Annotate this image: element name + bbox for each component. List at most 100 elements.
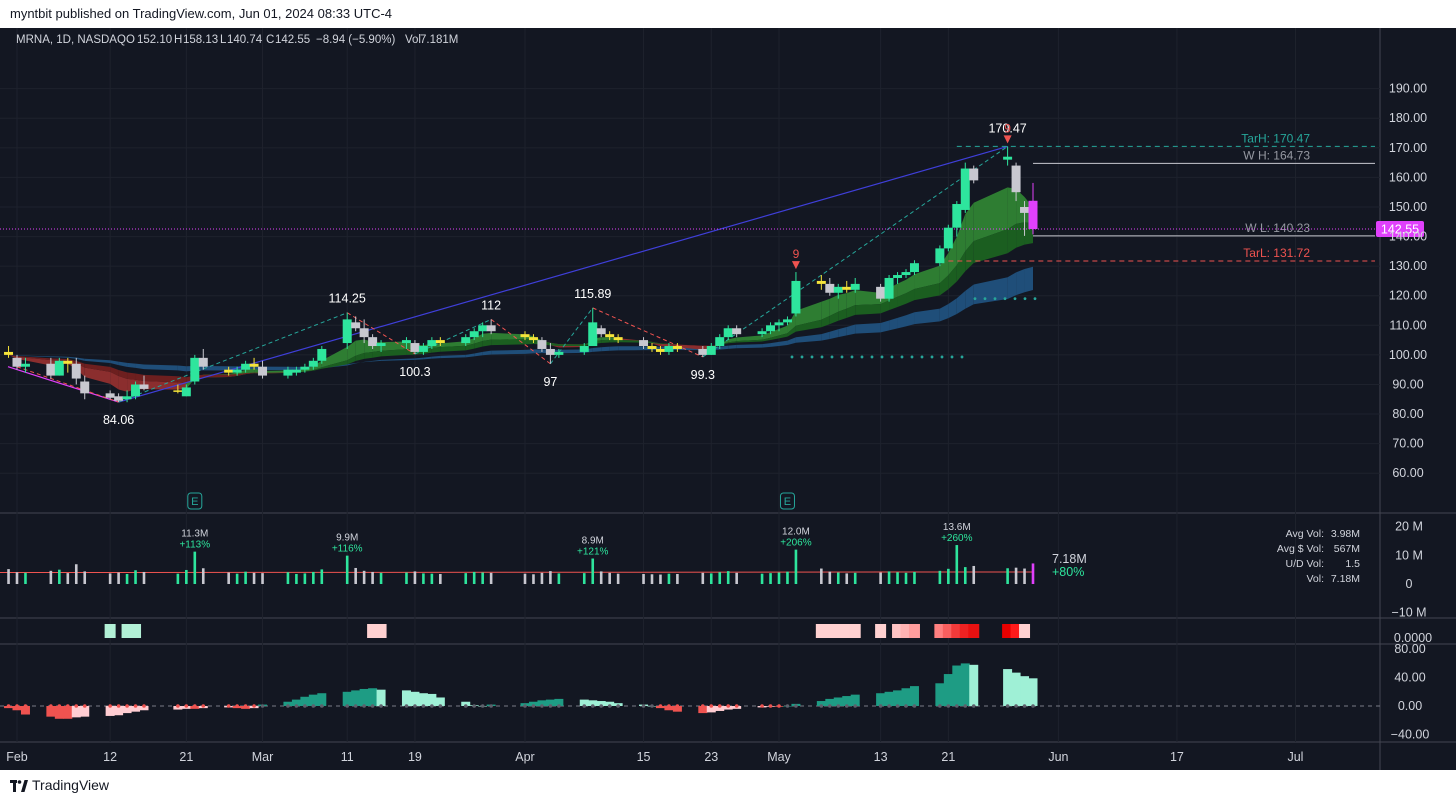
volume-bar (7, 569, 10, 584)
volume-tick-label: −10 M (1391, 606, 1426, 620)
candle-body (842, 286, 852, 290)
oscillator-dot (480, 704, 485, 708)
support-dot (960, 355, 964, 359)
volume-bar (252, 572, 256, 584)
volume-bar (261, 573, 264, 584)
price-tick-label: 110.00 (1389, 318, 1426, 332)
volume-bar (769, 573, 772, 584)
oscillator-dot (540, 704, 544, 708)
volume-bar (227, 572, 230, 584)
signal-box (908, 624, 920, 638)
price-tick-label: 80.00 (1392, 407, 1423, 421)
candle-body (528, 337, 538, 341)
volume-bar (142, 571, 146, 584)
oscillator-bar (969, 664, 979, 706)
volume-last-pct: +80% (1052, 565, 1084, 579)
volume-stat-value: 7.18M (1331, 573, 1360, 585)
signal-label: 9 (793, 247, 800, 261)
volume-bar (125, 573, 129, 584)
support-dot (930, 355, 934, 359)
oscillator-dot (142, 704, 146, 708)
earnings-marker-label: E (784, 496, 791, 508)
candle-body (706, 346, 716, 355)
time-tick-label: 13 (874, 750, 888, 764)
oscillator-dot (463, 704, 468, 708)
support-dot (870, 355, 874, 359)
volume-bar (1006, 568, 1009, 584)
support-dot (850, 355, 854, 359)
oscillator-dot (472, 704, 477, 708)
volume-bar (422, 573, 425, 584)
volume-bar (709, 573, 713, 584)
candle-body (427, 340, 437, 347)
oscillator-dot (430, 704, 434, 708)
oscillator-dot (294, 704, 299, 708)
volume-bar (591, 558, 595, 584)
oscillator-dot (303, 704, 307, 708)
oscillator-dot (125, 704, 129, 708)
oscillator-bar (960, 663, 970, 706)
signal-box (875, 624, 887, 638)
price-tick-label: 190.00 (1389, 82, 1427, 96)
oscillator-bar (351, 690, 361, 706)
price-tick-label: 170.00 (1389, 141, 1427, 155)
volume-stat-value: 1.5 (1345, 558, 1360, 570)
candle-body (537, 340, 547, 349)
oscillator-dot (184, 704, 189, 708)
support-dot (920, 355, 924, 359)
time-tick-label: 19 (408, 750, 422, 764)
candle-body (969, 168, 979, 181)
candle-body (876, 286, 886, 299)
oscillator-dot (108, 704, 112, 708)
mid-ema-cloud (558, 344, 585, 347)
oscillator-dot (379, 704, 383, 708)
candle-body (545, 348, 555, 355)
candle-body (12, 357, 22, 367)
slow-ema-cloud (1016, 268, 1025, 296)
oscillator-dot (717, 704, 722, 708)
volume-bar (616, 573, 620, 584)
oscillator-dot (116, 704, 121, 708)
oscillator-tick-label: 80.00 (1394, 642, 1425, 656)
oscillator-bar (1011, 672, 1021, 706)
slow-ema-cloud (491, 349, 526, 355)
oscillator-dot (260, 704, 265, 708)
oscillator-dot (1022, 704, 1027, 708)
candle-body (791, 280, 801, 314)
legend-close-value: 142.55 (275, 34, 310, 46)
volume-annotation-pct: +260% (941, 533, 973, 544)
candle-body (825, 283, 835, 293)
price-tick-label: 140.00 (1389, 230, 1427, 244)
volume-bar (735, 572, 738, 584)
chart-canvas[interactable]: TarH: 170.47 W H: 164.73 W L: 140.23 TarL: … (0, 28, 1456, 770)
oscillator-dot (912, 704, 917, 708)
time-tick-label: Jun (1048, 750, 1068, 764)
volume-bar (83, 571, 87, 584)
oscillator-dot (413, 704, 417, 708)
volume-bar (49, 570, 53, 584)
volume-bar (667, 573, 671, 584)
candle-body (351, 322, 361, 329)
volume-bar (320, 569, 324, 584)
oscillator-bar (401, 690, 411, 706)
legend-low-value: 140.74 (227, 34, 263, 46)
candle-body (4, 351, 14, 355)
candle-body (54, 360, 64, 376)
pivot-label: 100.3 (399, 365, 430, 379)
oscillator-dot (226, 704, 231, 708)
volume-bar (66, 573, 70, 584)
volume-annotation: 12.0M (782, 527, 810, 538)
support-dot (820, 355, 824, 359)
fast-ema-cloud (1007, 187, 1017, 230)
time-tick-label: Apr (515, 750, 534, 764)
support-dot (910, 355, 914, 359)
candle-body (258, 366, 268, 376)
volume-bar (786, 571, 789, 584)
candle-body (952, 204, 962, 228)
volume-bar (312, 571, 315, 584)
time-tick-label: 12 (103, 750, 117, 764)
volume-bar (24, 572, 27, 584)
volume-bar (15, 572, 19, 584)
volume-tick-label: 10 M (1395, 548, 1423, 562)
candle-body (647, 346, 657, 349)
